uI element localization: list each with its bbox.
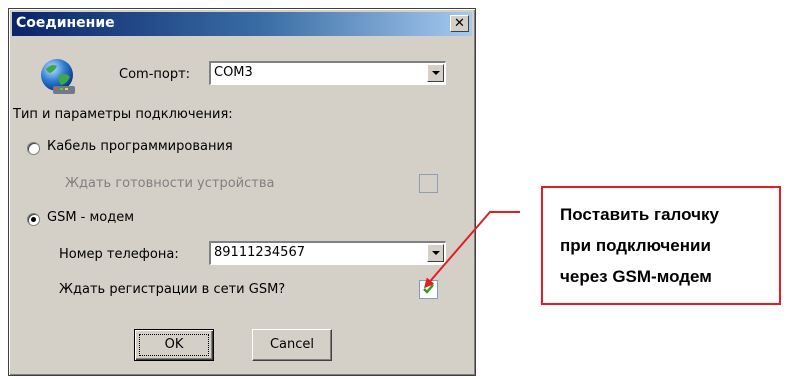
- callout-line-1: Поставить галочку: [560, 205, 719, 224]
- callout-note: Поставить галочку при подключении через …: [541, 186, 781, 305]
- callout-line-3: через GSM-модем: [560, 267, 712, 286]
- callout-line-2: при подключении: [560, 236, 711, 255]
